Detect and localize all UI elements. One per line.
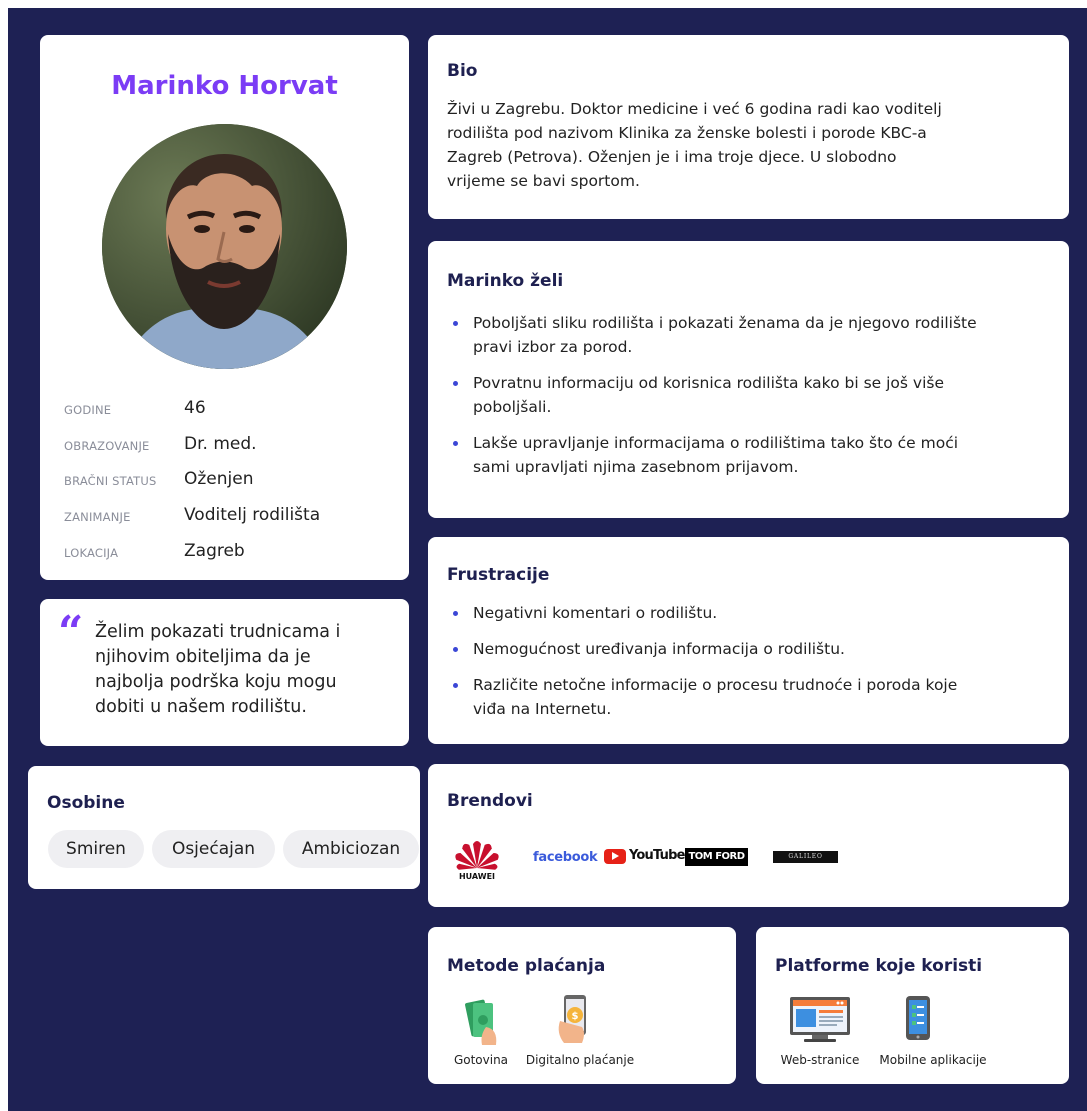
facebook-logo: facebook bbox=[533, 850, 598, 865]
trait-chip: Osjećajan bbox=[152, 830, 275, 868]
bullet-icon bbox=[453, 683, 458, 688]
quote-line: Želim pokazati trudnicama i bbox=[95, 622, 341, 642]
list-item-line: poboljšali. bbox=[473, 398, 552, 416]
cash-icon bbox=[462, 997, 502, 1047]
list-item-line: Nemogućnost uređivanja informacija o rod… bbox=[473, 640, 845, 658]
bullet-icon bbox=[453, 321, 458, 326]
brands-card: Brendovi HUAWEI facebook YouTube TOM FOR… bbox=[428, 764, 1069, 907]
info-row-occupation: ZANIMANJE Voditelj rodilišta bbox=[64, 502, 404, 532]
digital-payment-icon: $ bbox=[554, 993, 598, 1047]
svg-text:$: $ bbox=[572, 1011, 579, 1022]
youtube-play-icon bbox=[604, 849, 626, 864]
list-item: Lakše upravljanje informacijama o rodili… bbox=[447, 431, 1037, 479]
avatar-photo bbox=[102, 124, 347, 369]
persona-name: Marinko Horvat bbox=[111, 71, 338, 101]
age-label: GODINE bbox=[64, 403, 112, 417]
location-label: LOKACIJA bbox=[64, 546, 119, 560]
quote-card: “ Želim pokazati trudnicama i njihovim o… bbox=[40, 599, 409, 746]
profile-card: Marinko Horvat GODINE 46 OBRAZOVANJE Dr.… bbox=[40, 35, 409, 580]
info-row-education: OBRAZOVANJE Dr. med. bbox=[64, 431, 404, 461]
bio-title: Bio bbox=[447, 61, 478, 81]
education-label: OBRAZOVANJE bbox=[64, 439, 150, 453]
quote-text: Želim pokazati trudnicama i njihovim obi… bbox=[95, 620, 395, 720]
payment-title: Metode plaćanja bbox=[447, 956, 606, 976]
location-value: Zagreb bbox=[184, 541, 245, 561]
bullet-icon bbox=[453, 647, 458, 652]
bio-line: vrijeme se bavi sportom. bbox=[447, 172, 640, 190]
payment-digital-label: Digitalno plaćanje bbox=[525, 1053, 635, 1067]
mobile-phone-icon bbox=[905, 995, 931, 1043]
occupation-label: ZANIMANJE bbox=[64, 510, 131, 524]
platforms-card: Platforme koje koristi Web-stranice Mobi… bbox=[756, 927, 1069, 1084]
bullet-icon bbox=[453, 441, 458, 446]
huawei-text: HUAWEI bbox=[458, 872, 496, 881]
quote-line: njihovim obiteljima da je bbox=[95, 647, 311, 667]
list-item-line: Povratnu informaciju od korisnica rodili… bbox=[473, 374, 944, 392]
list-item: Nemogućnost uređivanja informacija o rod… bbox=[447, 637, 1037, 661]
bullet-icon bbox=[453, 611, 458, 616]
wants-list: Poboljšati sliku rodilišta i pokazati že… bbox=[447, 311, 1037, 479]
bio-card: Bio Živi u Zagrebu. Doktor medicine i ve… bbox=[428, 35, 1069, 219]
list-item: Negativni komentari o rodilištu. bbox=[447, 601, 1037, 625]
list-item: Poboljšati sliku rodilišta i pokazati že… bbox=[447, 311, 1037, 359]
list-item-line: Lakše upravljanje informacijama o rodili… bbox=[473, 434, 959, 452]
trait-chip: Ambiciozan bbox=[283, 830, 419, 868]
frustrations-title: Frustracije bbox=[447, 565, 550, 585]
payment-methods-card: Metode plaćanja Gotovina $ Digitalno pla… bbox=[428, 927, 736, 1084]
huawei-logo: HUAWEI bbox=[446, 836, 508, 884]
occupation-value: Voditelj rodilišta bbox=[184, 505, 321, 525]
quote-line: dobiti u našem rodilištu. bbox=[95, 697, 307, 717]
wants-title: Marinko želi bbox=[447, 271, 564, 291]
list-item-line: sami upravljati njima zasebnom prijavom. bbox=[473, 458, 799, 476]
list-item-line: Poboljšati sliku rodilišta i pokazati že… bbox=[473, 314, 977, 332]
platforms-title: Platforme koje koristi bbox=[775, 956, 983, 976]
tom-ford-logo: TOM FORD bbox=[685, 848, 748, 866]
list-item-line: Negativni komentari o rodilištu. bbox=[473, 604, 718, 622]
list-item-line: viđa na Internetu. bbox=[473, 700, 612, 718]
bio-line: Živi u Zagrebu. Doktor medicine i već 6 … bbox=[447, 100, 942, 118]
quote-line: najbolja podrška koju mogu bbox=[95, 672, 337, 692]
list-item-line: pravi izbor za porod. bbox=[473, 338, 633, 356]
info-row-location: LOKACIJA Zagreb bbox=[64, 538, 404, 568]
trait-chip: Smiren bbox=[48, 830, 144, 868]
age-value: 46 bbox=[184, 398, 206, 418]
bio-text: Živi u Zagrebu. Doktor medicine i već 6 … bbox=[447, 97, 1027, 193]
payment-cash-label: Gotovina bbox=[453, 1053, 509, 1067]
persona-board: Marinko Horvat GODINE 46 OBRAZOVANJE Dr.… bbox=[8, 8, 1087, 1111]
info-row-marital-status: BRAČNI STATUS Oženjen bbox=[64, 466, 404, 496]
bio-line: Zagreb (Petrova). Oženjen je i ima troje… bbox=[447, 148, 897, 166]
info-row-age: GODINE 46 bbox=[64, 395, 404, 425]
huawei-icon bbox=[455, 841, 499, 870]
frustrations-list: Negativni komentari o rodilištu. Nemoguć… bbox=[447, 601, 1037, 721]
traits-title: Osobine bbox=[47, 793, 125, 813]
traits-card: Osobine Smiren Osjećajan Ambiciozan bbox=[28, 766, 420, 889]
marital-status-value: Oženjen bbox=[184, 469, 254, 489]
bullet-icon bbox=[453, 381, 458, 386]
brands-title: Brendovi bbox=[447, 791, 533, 811]
frustrations-card: Frustracije Negativni komentari o rodili… bbox=[428, 537, 1069, 744]
avatar bbox=[102, 124, 347, 369]
wants-card: Marinko želi Poboljšati sliku rodilišta … bbox=[428, 241, 1069, 518]
web-browser-icon bbox=[788, 995, 852, 1043]
quote-icon: “ bbox=[58, 607, 84, 658]
bio-line: rodilišta pod nazivom Klinika za ženske … bbox=[447, 124, 927, 142]
galileo-logo: GALILEO bbox=[773, 851, 838, 863]
list-item: Povratnu informaciju od korisnica rodili… bbox=[447, 371, 1037, 419]
youtube-text: YouTube bbox=[629, 848, 685, 863]
list-item: Različite netočne informacije o procesu … bbox=[447, 673, 1037, 721]
marital-status-label: BRAČNI STATUS bbox=[64, 474, 157, 488]
platform-mobile-label: Mobilne aplikacije bbox=[879, 1053, 987, 1067]
education-value: Dr. med. bbox=[184, 434, 257, 454]
platform-web-label: Web-stranice bbox=[780, 1053, 860, 1067]
list-item-line: Različite netočne informacije o procesu … bbox=[473, 676, 958, 694]
